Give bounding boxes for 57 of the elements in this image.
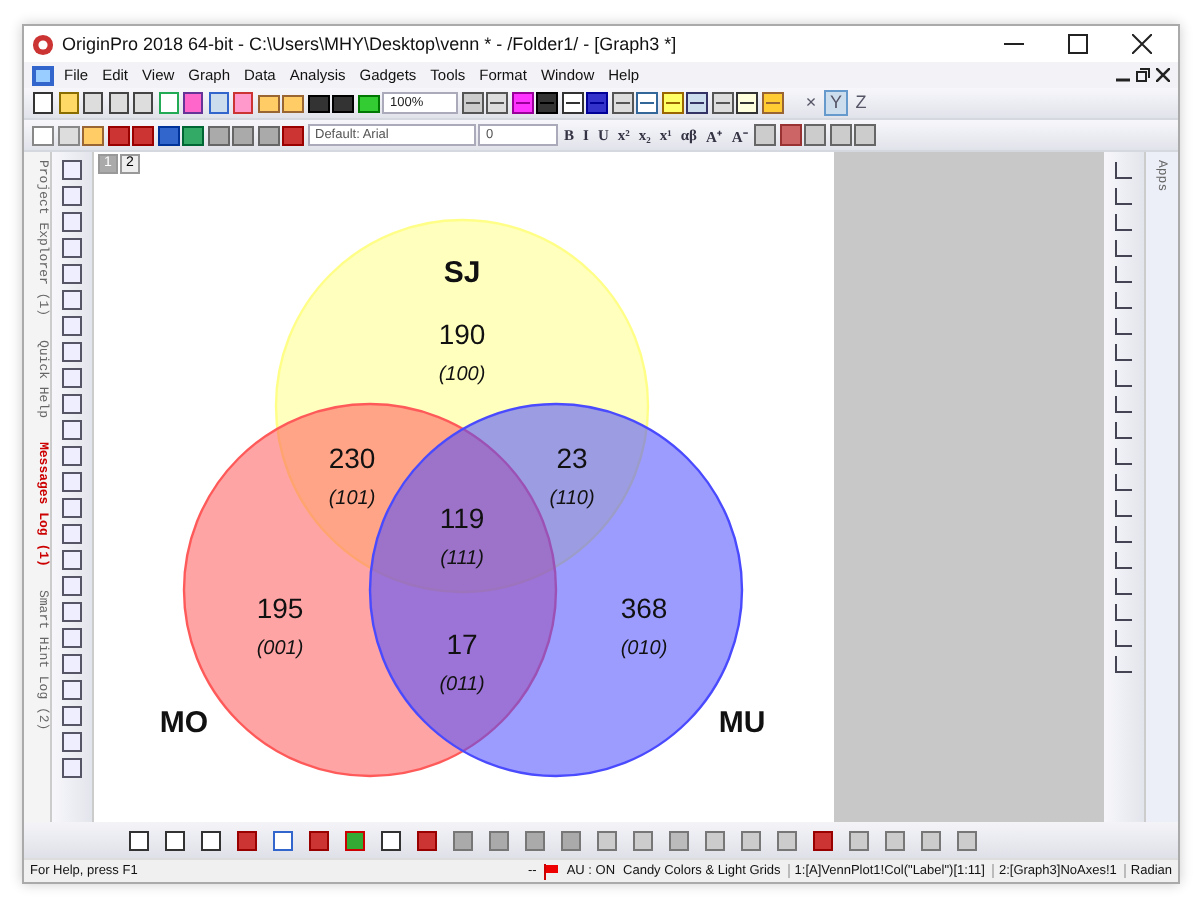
toolbar-icon[interactable] [32,92,54,114]
toolbar-icon[interactable] [82,92,104,114]
region-code: (110) [549,488,595,510]
close-icon[interactable] [1132,34,1152,54]
maximize-icon[interactable] [1068,34,1088,54]
toolbar-icon[interactable] [332,92,354,114]
toolbar-icon[interactable] [779,124,802,146]
toolbar-icon[interactable] [561,92,583,114]
region-count: 195 [256,592,304,624]
toolbar-icon[interactable] [686,92,708,114]
toolbar-icon[interactable] [182,92,204,114]
toolbar-icon[interactable] [236,829,258,851]
toolbar-icon[interactable] [107,124,129,146]
toolbar-icon[interactable] [157,124,179,146]
toolbar-icon[interactable] [636,92,658,114]
region-code: (101) [328,488,376,510]
region-code: (010) [620,638,668,660]
axis-button[interactable]: Z [851,92,871,114]
toolbar-icon[interactable] [282,124,304,146]
toolbar-icon[interactable] [307,92,329,114]
toolbar-icon[interactable] [132,124,154,146]
toolbar-icon[interactable] [132,92,154,114]
toolbar-icon[interactable] [511,92,533,114]
set-label: MO [159,706,209,740]
set-label: SJ [443,256,481,290]
flag-icon [544,863,559,879]
toolbar-icon[interactable] [380,829,402,851]
region-count: 23 [556,442,588,474]
toolbar-icon[interactable] [416,829,438,851]
toolbar-icon[interactable] [182,124,204,146]
app-logo-icon [32,33,54,55]
region-code: (011) [439,674,485,696]
region-count: 368 [620,592,668,624]
region-code: (100) [438,364,486,386]
window-title: OriginPro 2018 64-bit - C:\Users\MHY\Desktop\venn * - /Folder1/ - [Graph3 *] [62,34,677,54]
restore-icon[interactable] [1136,68,1150,82]
axis-button[interactable]: × [801,92,821,114]
close-icon[interactable] [1156,68,1170,82]
axis-button[interactable]: Y [824,90,848,116]
region-count: 190 [438,318,486,350]
toolbar-icon[interactable] [736,92,758,114]
toolbar-icon[interactable] [164,829,186,851]
region-code: (111) [440,548,484,570]
toolbar-icon[interactable] [461,92,483,114]
toolbar-icon[interactable] [711,92,733,114]
set-label: MU [718,706,766,740]
toolbar-icon[interactable] [611,92,633,114]
graph-doc-icon[interactable] [32,65,54,85]
toolbar-icon[interactable] [812,829,834,851]
region-code: (001) [256,638,304,660]
toolbar-icon[interactable] [128,829,150,851]
toolbar-icon[interactable] [107,92,129,114]
toolbar-icon[interactable] [308,829,330,851]
region-count: 17 [446,628,478,660]
region-count: 230 [328,442,376,474]
region-count: 119 [439,502,485,534]
toolbar-icon[interactable] [200,829,222,851]
